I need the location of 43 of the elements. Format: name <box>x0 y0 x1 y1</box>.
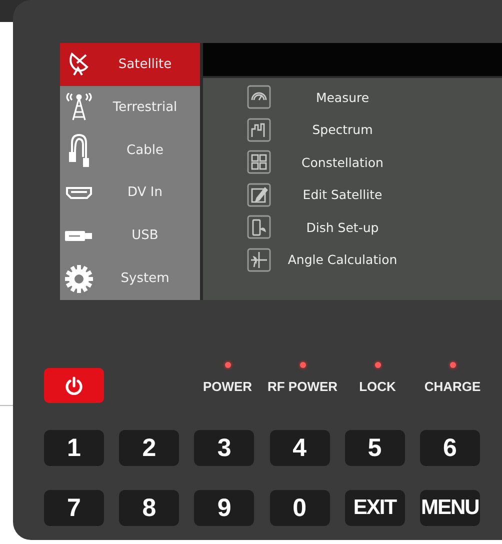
cable-icon <box>68 133 90 168</box>
number-key[interactable]: 6 <box>420 430 480 466</box>
antenna-tower-icon <box>66 93 92 122</box>
menu-item[interactable]: Dish Set-up <box>271 220 502 235</box>
grid-icon <box>247 150 271 174</box>
sidebar-item[interactable]: Satellite <box>60 43 200 86</box>
menu-item[interactable]: Angle Calculation <box>271 252 502 268</box>
number-key[interactable]: 7 <box>44 490 104 526</box>
power-icon <box>64 376 84 396</box>
sidebar-item[interactable]: USB <box>60 214 200 258</box>
number-key[interactable]: 1 <box>44 430 104 466</box>
sidebar-item[interactable]: System <box>60 257 200 300</box>
indicator-label: POWER <box>202 379 252 394</box>
indicator-light <box>374 362 380 368</box>
menu-item[interactable]: Constellation <box>271 154 502 170</box>
sidebar-item[interactable]: DV In <box>60 171 200 214</box>
menu-item[interactable]: Spectrum <box>271 122 502 138</box>
usb-stick-icon <box>65 230 93 242</box>
indicator-label: CHARGE <box>424 379 481 394</box>
function-key[interactable]: MENU <box>420 490 480 526</box>
sidebar-item[interactable]: Terrestrial <box>60 86 200 129</box>
sidebar-item[interactable]: Cable <box>60 128 200 172</box>
power-button[interactable] <box>44 368 104 403</box>
number-key[interactable]: 5 <box>344 430 405 466</box>
number-key[interactable]: 2 <box>119 430 180 466</box>
gear-icon <box>65 264 93 293</box>
number-key[interactable]: 9 <box>194 490 254 526</box>
indicator-label: RF POWER <box>267 379 338 394</box>
indicator-label: LOCK <box>359 379 396 394</box>
indicator-light <box>224 362 230 368</box>
number-key[interactable]: 4 <box>270 430 330 466</box>
gauge-icon <box>247 85 271 110</box>
function-key[interactable]: EXIT <box>344 490 405 526</box>
indicator-light <box>300 362 306 368</box>
bar-graph-icon <box>247 118 271 142</box>
number-key[interactable]: 3 <box>194 430 254 466</box>
menu-item[interactable]: Edit Satellite <box>271 187 502 202</box>
indicator-light <box>450 362 456 368</box>
hdmi-port-icon <box>66 186 92 199</box>
menu-item[interactable]: Measure <box>271 90 502 105</box>
pencil-icon <box>247 182 271 207</box>
number-key[interactable]: 0 <box>270 490 330 526</box>
number-key[interactable]: 8 <box>119 490 180 526</box>
